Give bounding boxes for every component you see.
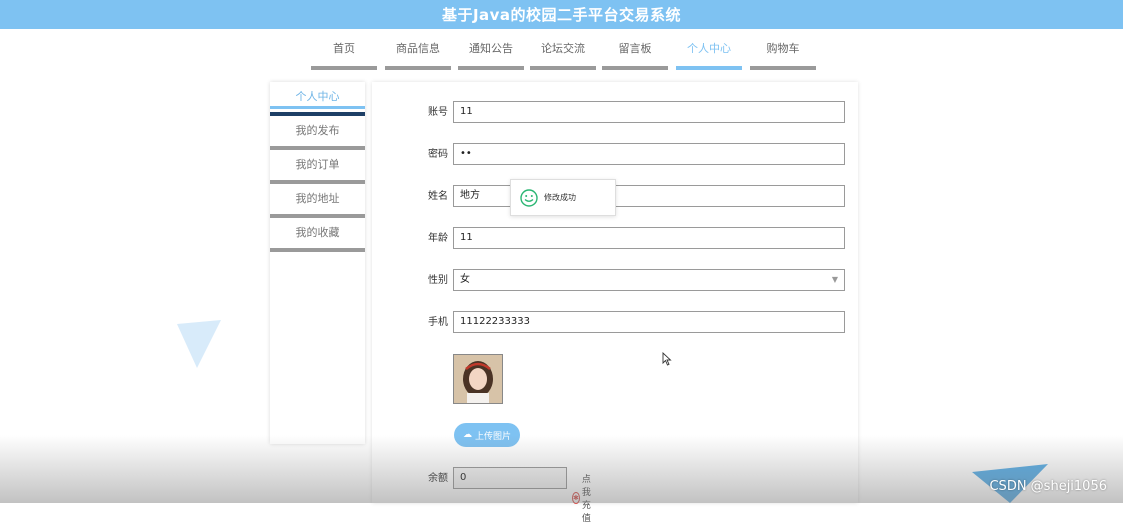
sidebar-item-personal-center[interactable]: 个人中心 <box>270 82 365 116</box>
sidebar-item-my-address[interactable]: 我的地址 <box>270 184 365 218</box>
nav-home[interactable]: 首页 <box>311 40 377 70</box>
gender-value: 女 <box>460 274 470 285</box>
sidebar-item-my-orders[interactable]: 我的订单 <box>270 150 365 184</box>
nav-cart[interactable]: 购物车 <box>750 40 816 70</box>
recharge-label: 点我充值 <box>581 475 591 524</box>
sidebar-item-my-posts[interactable]: 我的发布 <box>270 116 365 150</box>
name-label: 姓名 <box>428 191 448 202</box>
sidebar-item-my-favorites[interactable]: 我的收藏 <box>270 218 365 252</box>
nav-goods[interactable]: 商品信息 <box>385 40 451 70</box>
phone-label: 手机 <box>428 317 448 328</box>
nav-message-board[interactable]: 留言板 <box>602 40 668 70</box>
header-bar: 基于Java的校园二手平台交易系统 <box>0 0 1123 29</box>
decor-triangle-left <box>177 320 221 368</box>
avatar-image <box>453 354 503 404</box>
account-input[interactable]: 11 <box>453 101 845 123</box>
upload-label: 上传图片 <box>474 431 511 442</box>
toast-message: 修改成功 <box>544 193 576 202</box>
cloud-upload-icon: ☁ <box>462 430 472 440</box>
age-input[interactable]: 11 <box>453 227 845 249</box>
profile-form: 账号 11 密码 •• 姓名 地方 年龄 11 性别 女 ▼ 手机 111222… <box>372 82 858 524</box>
watermark: CSDN @sheji1056 <box>989 479 1107 494</box>
nav-forum[interactable]: 论坛交流 <box>530 40 596 70</box>
password-label: 密码 <box>428 149 448 160</box>
recharge-icon: ✱ <box>572 492 580 504</box>
balance-input: 0 <box>453 467 567 489</box>
sidebar: 个人中心 我的发布 我的订单 我的地址 我的收藏 <box>270 82 365 444</box>
phone-input[interactable]: 11122233333 <box>453 311 845 333</box>
chevron-down-icon: ▼ <box>831 275 838 284</box>
gender-select[interactable]: 女 ▼ <box>453 269 845 291</box>
nav-notice[interactable]: 通知公告 <box>458 40 524 70</box>
age-label: 年龄 <box>428 233 448 244</box>
success-toast: 修改成功 <box>510 179 616 216</box>
smile-icon <box>520 188 538 207</box>
password-input[interactable]: •• <box>453 143 845 165</box>
balance-label: 余额 <box>428 473 448 484</box>
gender-label: 性别 <box>428 275 448 286</box>
app-title: 基于Java的校园二手平台交易系统 <box>441 6 682 24</box>
upload-image-button[interactable]: ☁ 上传图片 <box>454 423 520 447</box>
avatar-portrait <box>454 355 502 403</box>
account-label: 账号 <box>428 107 448 118</box>
nav-personal-center[interactable]: 个人中心 <box>676 40 742 70</box>
mouse-cursor-icon <box>662 352 672 366</box>
recharge-link[interactable]: ✱ 点我充值 <box>572 472 595 524</box>
